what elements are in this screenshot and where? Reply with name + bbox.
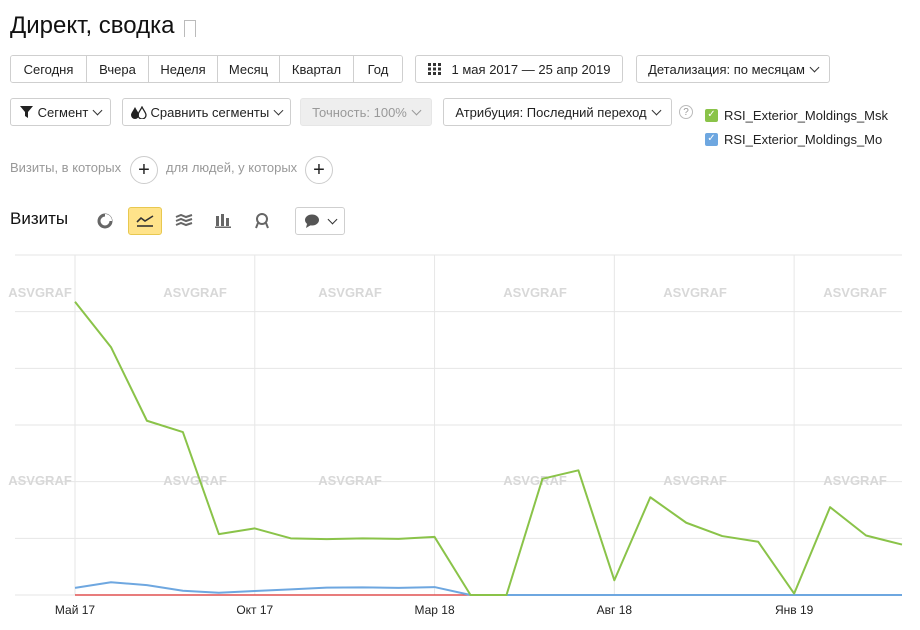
view-area-button[interactable] (167, 207, 201, 235)
legend-label-mo: RSI_Exterior_Moldings_Mo (724, 131, 883, 147)
view-bar-button[interactable] (206, 207, 240, 235)
detail-label: Детализация: по месяцам (648, 61, 805, 77)
filter-icon (19, 106, 33, 118)
line-chart-icon (136, 215, 154, 227)
checkbox-checked-icon[interactable]: ✓ (705, 108, 718, 122)
chevron-down-icon (651, 105, 662, 115)
watermark-text: ASVGRAF (823, 473, 887, 488)
accuracy-dropdown[interactable]: Точность: 100% (300, 98, 432, 126)
calendar-icon (427, 63, 441, 75)
view-line-button[interactable] (128, 207, 162, 235)
watermark-text: ASVGRAF (163, 473, 227, 488)
metric-title: Визиты (10, 209, 69, 228)
attribution-dropdown[interactable]: Атрибуция: Последний переход (443, 98, 672, 126)
period-yesterday[interactable]: Вчера (87, 56, 149, 82)
checkbox-checked-icon[interactable]: ✓ (705, 132, 718, 146)
series-line-mo (74, 581, 902, 596)
watermark-text: ASVGRAF (823, 285, 887, 300)
comments-dropdown[interactable] (295, 207, 345, 235)
x-tick-label: Авг 18 (597, 603, 633, 617)
attribution-label: Атрибуция: Последний переход (455, 104, 647, 120)
chevron-down-icon (92, 105, 103, 115)
period-quarter[interactable]: Квартал (280, 56, 354, 82)
bar-icon (215, 214, 231, 228)
visits-line-chart: ASVGRAF ASVGRAF ASVGRAF ASVGRAF ASVGRAF ASVGR… (8, 254, 903, 617)
period-selector: Сегодня Вчера Неделя Месяц Квартал Год (10, 55, 403, 83)
area-icon (175, 214, 193, 227)
plus-icon: + (138, 158, 150, 181)
compare-label: Сравнить сегменты (150, 104, 270, 120)
add-visit-condition-button[interactable]: + (130, 156, 158, 184)
page-title: Директ, сводка (10, 12, 175, 39)
chevron-down-icon (273, 105, 284, 115)
watermark-text: ASVGRAF (318, 473, 382, 488)
compare-segments-button[interactable]: Сравнить сегменты (122, 98, 291, 126)
legend-item-msk[interactable]: ✓ RSI_Exterior_Moldings_Msk (705, 103, 888, 127)
bookmark-icon[interactable] (184, 19, 197, 37)
date-range-button[interactable]: 1 мая 2017 — 25 апр 2019 (415, 55, 623, 83)
period-week[interactable]: Неделя (149, 56, 218, 82)
watermark-text: ASVGRAF (503, 285, 567, 300)
x-tick-label: Янв 19 (775, 603, 814, 617)
page-title-wrap: Директ, сводка (10, 12, 197, 40)
chart-legend: ✓ RSI_Exterior_Moldings_Msk ✓ RSI_Exteri… (705, 103, 888, 151)
view-map-button[interactable] (245, 207, 279, 235)
detail-dropdown[interactable]: Детализация: по месяцам (636, 55, 830, 83)
plus-icon: + (313, 158, 325, 181)
x-tick-label: Окт 17 (236, 603, 273, 617)
watermark-text: ASVGRAF (163, 285, 227, 300)
pie-icon (97, 213, 113, 229)
series-line-msk (74, 301, 903, 596)
visits-condition-label: Визиты, в которых (10, 160, 122, 175)
date-range-label: 1 мая 2017 — 25 апр 2019 (451, 61, 611, 77)
chevron-down-icon (809, 62, 820, 72)
watermark-text: ASVGRAF (663, 285, 727, 300)
comment-icon (305, 214, 319, 228)
x-tick-label: Мар 18 (414, 603, 454, 617)
period-today[interactable]: Сегодня (11, 56, 87, 82)
add-people-condition-button[interactable]: + (305, 156, 333, 184)
map-pin-icon (255, 213, 269, 229)
watermark-text: ASVGRAF (8, 285, 72, 300)
drops-icon (131, 105, 147, 119)
watermark-text: ASVGRAF (8, 473, 72, 488)
view-pie-button[interactable] (88, 207, 122, 235)
help-icon[interactable]: ? (679, 105, 693, 119)
legend-item-mo[interactable]: ✓ RSI_Exterior_Moldings_Mo (705, 127, 888, 151)
period-month[interactable]: Месяц (218, 56, 280, 82)
accuracy-label: Точность: 100% (312, 104, 407, 120)
watermark-text: ASVGRAF (663, 473, 727, 488)
period-year[interactable]: Год (354, 56, 402, 82)
chevron-down-icon (327, 214, 338, 224)
watermark-text: ASVGRAF (318, 285, 382, 300)
segment-button[interactable]: Сегмент (10, 98, 111, 126)
people-condition-label: для людей, у которых (166, 160, 298, 175)
legend-label-msk: RSI_Exterior_Moldings_Msk (724, 107, 889, 123)
x-tick-label: Май 17 (55, 603, 96, 617)
segment-label: Сегмент (37, 104, 89, 120)
chevron-down-icon (411, 105, 422, 115)
